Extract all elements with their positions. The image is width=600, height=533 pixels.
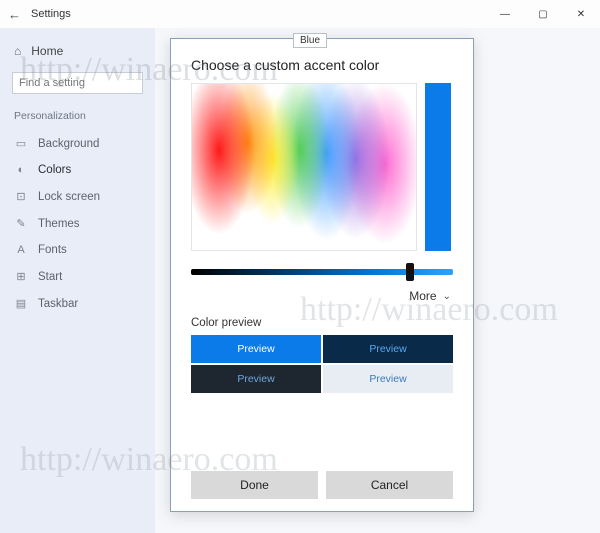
search-input[interactable] [12, 72, 143, 94]
close-button[interactable]: ✕ [562, 0, 600, 28]
home-nav[interactable]: ⌂ Home [0, 38, 155, 64]
section-label: Personalization [0, 106, 155, 130]
back-button[interactable]: ← [8, 7, 21, 22]
start-icon: ⊞ [14, 270, 28, 283]
preview-swatch-dark-bg: Preview [191, 365, 321, 393]
chevron-down-icon: ⌄ [443, 291, 451, 302]
preview-grid: Preview Preview Preview Preview [191, 335, 453, 393]
background-icon: ▭ [14, 137, 28, 150]
sidebar-item-label: Colors [38, 164, 71, 176]
titlebar: ← Settings — ▢ ✕ [0, 0, 600, 28]
preview-label: Color preview [191, 317, 453, 329]
preview-swatch-light-accent: Preview [191, 335, 321, 363]
sidebar-item-label: Lock screen [38, 191, 100, 203]
more-toggle[interactable]: More ⌄ [193, 289, 451, 303]
preview-swatch-dark-accent: Preview [323, 335, 453, 363]
hue-bar[interactable] [425, 83, 451, 251]
sidebar-item-label: Start [38, 271, 62, 283]
themes-icon: ✎ [14, 217, 28, 230]
home-label: Home [31, 44, 63, 58]
preview-swatch-light-bg: Preview [323, 365, 453, 393]
colors-icon: ◐ [14, 164, 28, 176]
sidebar-item-fonts[interactable]: A Fonts [0, 237, 155, 263]
sidebar-item-label: Taskbar [38, 298, 78, 310]
maximize-button[interactable]: ▢ [524, 0, 562, 28]
fonts-icon: A [14, 244, 28, 256]
color-tooltip: Blue [293, 33, 327, 48]
sidebar-item-lockscreen[interactable]: ⊡ Lock screen [0, 183, 155, 210]
sidebar-item-label: Themes [38, 218, 80, 230]
slider-thumb[interactable] [406, 263, 414, 281]
window-title: Settings [31, 8, 71, 20]
color-canvas[interactable] [191, 83, 417, 251]
dialog-title: Choose a custom accent color [191, 57, 453, 73]
minimize-button[interactable]: — [486, 0, 524, 28]
value-slider[interactable] [191, 269, 453, 275]
sidebar: ⌂ Home Personalization ▭ Background ◐ Co… [0, 28, 155, 533]
sidebar-item-label: Background [38, 138, 99, 150]
sidebar-item-label: Fonts [38, 244, 67, 256]
sidebar-item-colors[interactable]: ◐ Colors [0, 157, 155, 183]
sidebar-item-background[interactable]: ▭ Background [0, 130, 155, 157]
color-picker-dialog: Choose a custom accent color More ⌄ Colo… [170, 38, 474, 512]
sidebar-item-start[interactable]: ⊞ Start [0, 263, 155, 290]
more-label: More [409, 289, 436, 303]
lockscreen-icon: ⊡ [14, 190, 28, 203]
taskbar-icon: ▤ [14, 297, 28, 310]
sidebar-item-themes[interactable]: ✎ Themes [0, 210, 155, 237]
cancel-button[interactable]: Cancel [326, 471, 453, 499]
home-icon: ⌂ [14, 44, 21, 58]
done-button[interactable]: Done [191, 471, 318, 499]
sidebar-item-taskbar[interactable]: ▤ Taskbar [0, 290, 155, 317]
